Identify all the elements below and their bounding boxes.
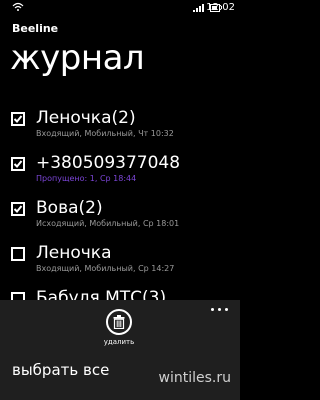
- app-name: Beeline: [12, 22, 59, 35]
- call-log-list: Леночка(2) Входящий, Мобильный, Чт 10:32…: [0, 107, 240, 332]
- signal-icon: [193, 4, 204, 12]
- wifi-icon: [12, 2, 24, 11]
- contact-label: Вова: [36, 198, 79, 218]
- app-bar: удалить выбрать все wintiles.ru: [0, 300, 240, 400]
- watermark: wintiles.ru: [158, 370, 231, 386]
- contact-label: +380509377048: [36, 153, 181, 173]
- contact-name: Вова(2): [36, 197, 103, 219]
- dot-icon: [218, 308, 221, 311]
- contact-name: Леночка: [36, 242, 112, 264]
- contact-name: +380509377048: [36, 152, 180, 174]
- checkmark-icon: [13, 205, 23, 213]
- more-options-button[interactable]: [211, 306, 229, 312]
- call-detail: Входящий, Мобильный, Ср 14:27: [36, 264, 175, 273]
- select-all-menu-item[interactable]: выбрать все: [12, 361, 109, 379]
- checkbox[interactable]: [11, 157, 25, 171]
- checkbox[interactable]: [11, 202, 25, 216]
- checkbox[interactable]: [11, 247, 25, 261]
- contact-label: Леночка: [36, 108, 112, 128]
- status-bar: 12:02: [0, 0, 240, 16]
- contact-name: Леночка(2): [36, 107, 136, 129]
- contact-label: Леночка: [36, 243, 112, 263]
- checkmark-icon: [13, 160, 23, 168]
- delete-button[interactable]: [106, 309, 132, 335]
- call-count: (2): [111, 108, 136, 128]
- dot-icon: [211, 308, 214, 311]
- call-count: (2): [78, 198, 103, 218]
- call-detail: Входящий, Мобильный, Чт 10:32: [36, 129, 174, 138]
- trash-icon: [113, 315, 125, 329]
- list-item[interactable]: Вова(2) Исходящий, Мобильный, Ср 18:01: [0, 197, 240, 242]
- list-item[interactable]: +380509377048 Пропущено: 1, Ср 18:44: [0, 152, 240, 197]
- call-detail: Исходящий, Мобильный, Ср 18:01: [36, 219, 180, 228]
- checkmark-icon: [13, 115, 23, 123]
- delete-label: удалить: [103, 338, 135, 346]
- page-title: журнал: [10, 38, 145, 78]
- list-item[interactable]: Леночка(2) Входящий, Мобильный, Чт 10:32: [0, 107, 240, 152]
- list-item[interactable]: Леночка Входящий, Мобильный, Ср 14:27: [0, 242, 240, 287]
- dot-icon: [225, 308, 228, 311]
- checkbox[interactable]: [11, 112, 25, 126]
- clock: 12:02: [206, 2, 235, 13]
- call-detail: Пропущено: 1, Ср 18:44: [36, 174, 137, 183]
